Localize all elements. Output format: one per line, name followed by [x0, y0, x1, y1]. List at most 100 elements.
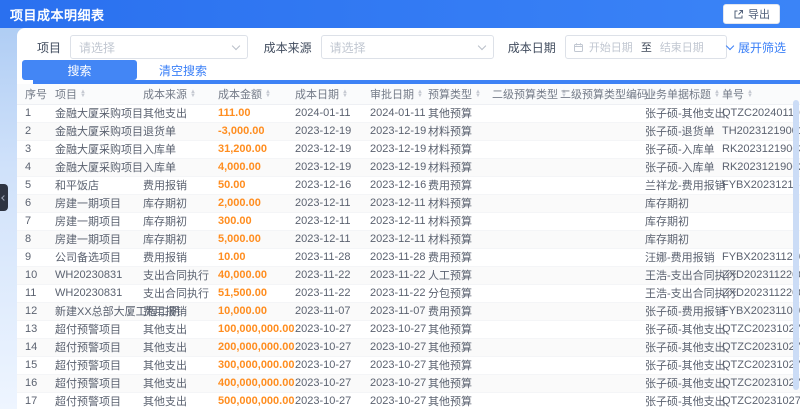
vertical-scrollbar[interactable]: [793, 100, 799, 390]
column-header-budget_type[interactable]: 预算类型 ▲ ▼: [426, 84, 490, 105]
expand-filter-link[interactable]: 展开筛选: [725, 39, 786, 56]
cell-project: 金融大厦采购项目: [55, 144, 143, 156]
table-header-row: 序号 项目 ▲ ▼ 成本来源 ▲ ▼ 成本金额 ▲ ▼ 成本日期 ▲ ▼ 审批日期 ▲ ▼ 预算类型 ▲ ▼ 二级预算…: [17, 84, 800, 105]
cell-cost_date: 2023-12-19: [295, 161, 352, 173]
sort-icon[interactable]: ▲ ▼: [417, 89, 423, 99]
cell-doc_no: [720, 212, 800, 230]
cell-doc_no: QTZC20231027002: [722, 359, 800, 371]
cell-project: 金融大厦采购项目: [55, 108, 143, 120]
cell-no: 12: [25, 305, 38, 317]
cost-source-select[interactable]: 请选择: [320, 35, 494, 59]
cell-approve_date: 2024-01-11: [370, 107, 426, 119]
cell-sub_budget_code: [558, 338, 643, 356]
cell-budget_type: 材料预算: [428, 144, 472, 156]
sort-icon[interactable]: ▲ ▼: [714, 89, 720, 99]
sort-icon[interactable]: ▲ ▼: [80, 89, 86, 99]
column-header-no: 序号: [17, 84, 53, 105]
column-label: 项目: [55, 88, 77, 101]
cell-doc_no: RK20231219002: [722, 161, 800, 173]
cell-sub_budget_type: [490, 302, 558, 320]
cell-amount: 10,000.00: [218, 305, 267, 317]
cell-sub_budget_type: [490, 392, 558, 409]
cell-doc_no: FYBX20231216001: [722, 179, 800, 191]
cell-sub_budget_code: [558, 140, 643, 158]
cell-amount: 10.00: [218, 251, 246, 263]
cell-doc_no: QTZC20231027002: [722, 377, 800, 389]
search-button[interactable]: 搜索: [22, 60, 137, 80]
column-label: 序号: [25, 88, 47, 101]
cell-doc_no: RK20231219003: [722, 143, 800, 155]
drawer-collapse-handle[interactable]: [0, 184, 8, 211]
sort-icon[interactable]: ▲ ▼: [747, 89, 753, 99]
cell-source: 退货单: [143, 126, 176, 138]
start-date-input[interactable]: 开始日期: [589, 39, 633, 55]
cell-doc_title: 库存期初: [645, 198, 689, 210]
cell-source: 库存期初: [143, 216, 187, 228]
column-header-doc_title[interactable]: 业务单据标题 ▲ ▼: [643, 84, 720, 105]
cell-sub_budget_type: [490, 374, 558, 392]
cell-no: 5: [25, 179, 32, 191]
column-header-sub_budget_type[interactable]: 二级预算类型 ▲ ▼: [490, 84, 567, 105]
cell-sub_budget_code: [558, 122, 643, 140]
cell-budget_type: 材料预算: [428, 162, 472, 174]
cell-project: 房建一期项目: [55, 198, 121, 210]
cell-budget_type: 其他预算: [428, 324, 472, 336]
cell-amount: 111.00: [218, 107, 251, 119]
sort-icon[interactable]: ▲ ▼: [342, 89, 348, 99]
table-row: 1 金融大厦采购项目 其他支出 111.00 2024-01-11 2024-01-11 其…: [17, 104, 800, 122]
cell-amount: 31,200.00: [218, 143, 267, 155]
table-row: 6 房建一期项目 库存期初 2,000.00 2023-12-11 2023-12-11 材…: [17, 194, 800, 212]
end-date-input[interactable]: 结束日期: [660, 39, 704, 55]
column-header-project[interactable]: 项目 ▲ ▼: [53, 84, 141, 105]
column-label: 成本来源: [143, 88, 187, 101]
cell-doc_title: 汪娜-费用报销: [645, 252, 715, 264]
cell-amount: 200,000,000.00: [218, 341, 295, 353]
cell-approve_date: 2023-12-19: [370, 143, 427, 155]
project-select[interactable]: 请选择: [70, 35, 248, 59]
column-header-doc_no[interactable]: 单号 ▲ ▼: [720, 84, 800, 105]
cell-source: 其他支出: [143, 360, 187, 372]
cell-no: 3: [25, 143, 32, 155]
cell-budget_type: 其他预算: [428, 342, 472, 354]
column-header-amount[interactable]: 成本金额 ▲ ▼: [216, 84, 293, 105]
clear-search-link[interactable]: 清空搜索: [159, 62, 207, 79]
cell-no: 2: [25, 125, 32, 137]
cell-cost_date: 2024-01-11: [295, 107, 351, 119]
cell-doc_no: FYBX20231128001: [722, 251, 800, 263]
cell-cost_date: 2023-12-11: [295, 233, 351, 245]
cell-cost_date: 2023-10-27: [295, 359, 352, 371]
cell-budget_type: 材料预算: [428, 126, 472, 138]
cell-sub_budget_code: [558, 284, 643, 302]
cell-project: 公司备选项目: [55, 252, 121, 264]
export-button[interactable]: 导出: [723, 4, 780, 24]
sort-icon[interactable]: ▲ ▼: [190, 89, 196, 99]
cell-no: 16: [25, 377, 38, 389]
sort-icon[interactable]: ▲ ▼: [475, 89, 481, 99]
cell-amount: 300,000,000.00: [218, 359, 295, 371]
cell-doc_title: 张子硕-入库单: [645, 162, 715, 174]
cell-sub_budget_type: [490, 284, 558, 302]
cell-doc_title: 王浩-支出合同执行: [645, 288, 737, 300]
cell-sub_budget_code: [558, 356, 643, 374]
cell-sub_budget_code: [558, 248, 643, 266]
table-row: 9 公司备选项目 费用报销 10.00 2023-11-28 2023-11-28 费用预算…: [17, 248, 800, 266]
cell-cost_date: 2023-11-28: [295, 251, 351, 263]
cell-doc_title: 张子硕-其他支出: [645, 108, 726, 120]
cell-source: 费用报销: [143, 180, 187, 192]
cell-doc_no: FYBX20231107001: [722, 305, 800, 317]
cell-project: 和平饭店: [55, 180, 99, 192]
column-header-source[interactable]: 成本来源 ▲ ▼: [141, 84, 216, 105]
column-header-cost_date[interactable]: 成本日期 ▲ ▼: [293, 84, 368, 105]
cell-source: 库存期初: [143, 234, 187, 246]
cell-no: 4: [25, 161, 32, 173]
cell-doc_no: QTZC20231027002: [722, 395, 800, 407]
cost-date-range-input[interactable]: 开始日期 至 结束日期: [564, 35, 727, 59]
column-header-sub_budget_code[interactable]: 二级预算类型编码 ▲ ▼: [558, 84, 657, 105]
cell-approve_date: 2023-12-11: [370, 197, 426, 209]
cell-sub_budget_type: [490, 230, 558, 248]
cell-approve_date: 2023-10-27: [370, 341, 427, 353]
column-header-approve_date[interactable]: 审批日期 ▲ ▼: [368, 84, 426, 105]
cell-doc_no: QTZC20231027002: [722, 323, 800, 335]
sort-icon[interactable]: ▲ ▼: [265, 89, 271, 99]
cell-doc_no: [720, 230, 800, 248]
